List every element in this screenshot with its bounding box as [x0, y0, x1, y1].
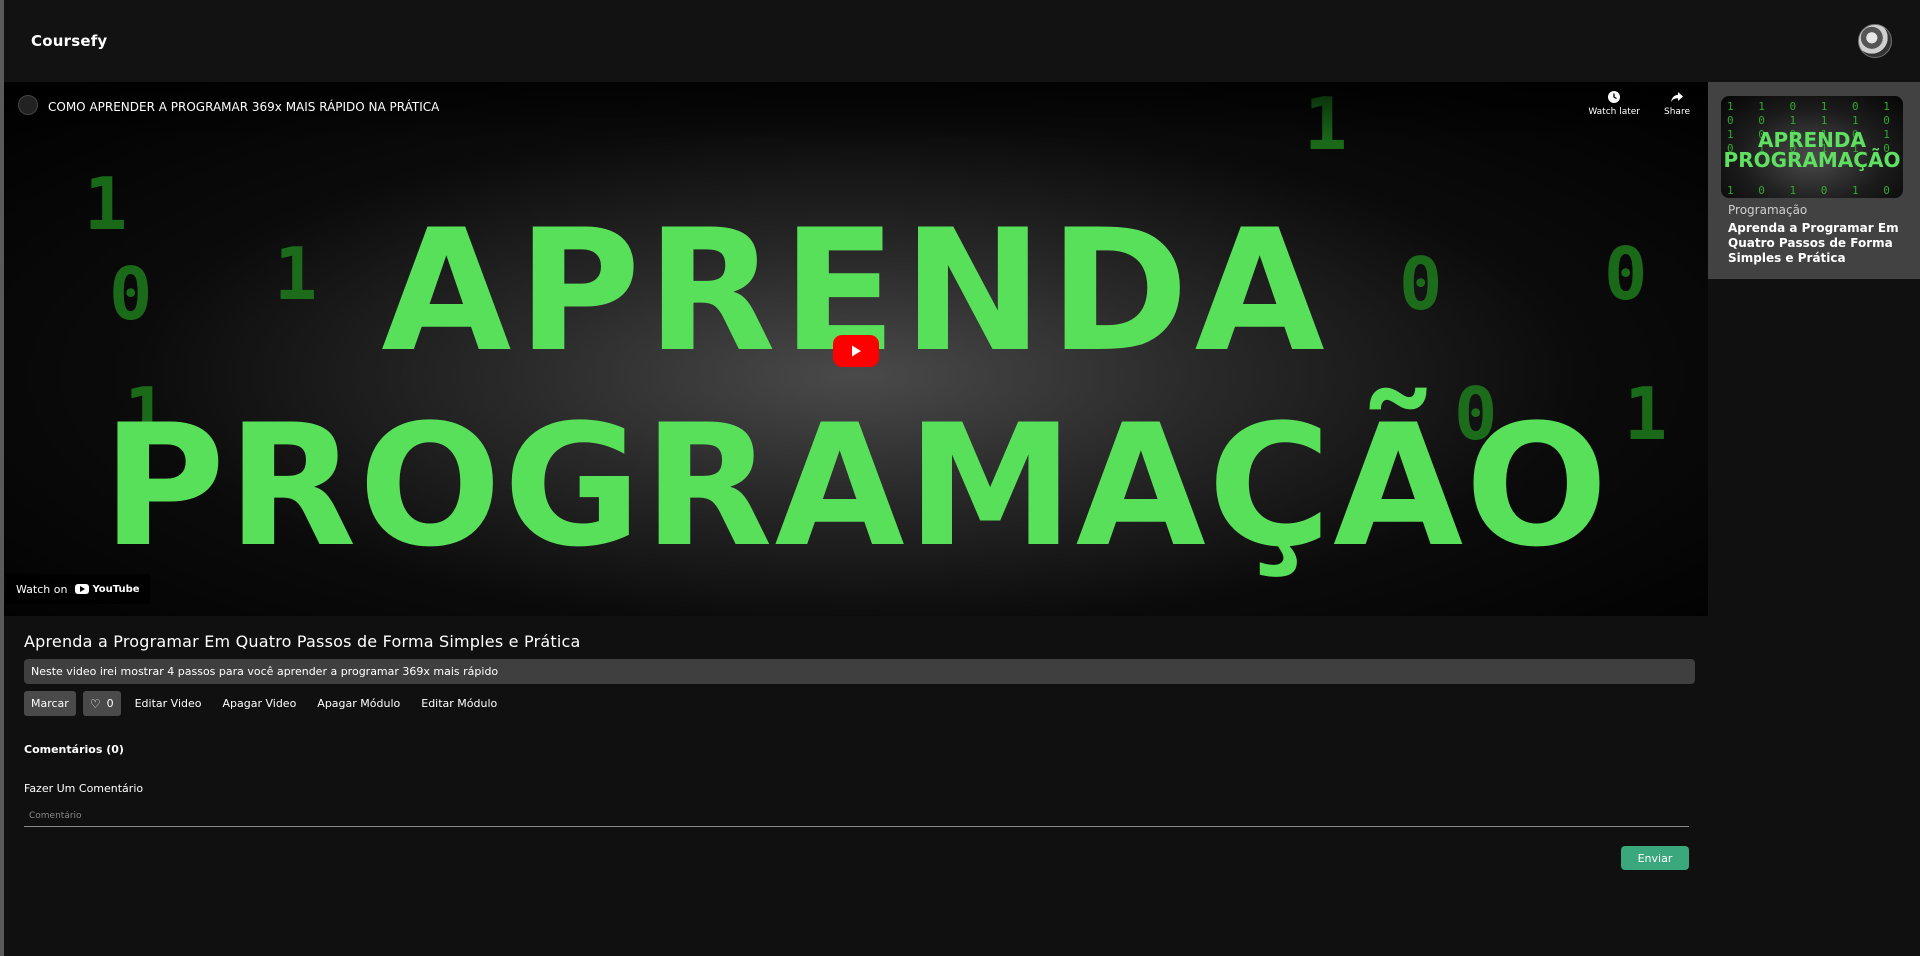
playlist-item-title: Aprenda a Programar Em Quatro Passos de … [1728, 221, 1899, 265]
play-button[interactable] [833, 335, 879, 367]
watch-later-label: Watch later [1588, 107, 1641, 117]
lesson-title: Aprenda a Programar Em Quatro Passos de … [24, 632, 581, 651]
brand-logo[interactable]: Coursefy [31, 32, 107, 50]
comment-input[interactable] [24, 805, 1689, 827]
watch-later-button[interactable]: Watch later [1588, 90, 1640, 117]
video-actions: Watch later Share [1588, 90, 1690, 117]
thumbnail-text-aprenda: APRENDA [1757, 128, 1867, 152]
playlist-sidebar: 1 1 0 1 0 10 0 1 1 1 01 0 0 1 0 10 1 0 1… [1708, 82, 1920, 956]
watch-on-label: Watch on [16, 582, 68, 596]
share-icon [1671, 92, 1683, 102]
playlist-thumbnail[interactable]: 1 1 0 1 0 10 0 1 1 1 01 0 0 1 0 10 1 0 1… [1721, 96, 1903, 198]
lesson-description: Neste video irei mostrar 4 passos para v… [24, 659, 1695, 684]
make-comment-label: Fazer Um Comentário [24, 782, 144, 795]
youtube-icon [75, 584, 90, 594]
video-player[interactable]: 1 0 1 1 1 0 0 1 0 APRENDA PROGRAMAÇÃO CO… [4, 82, 1708, 616]
heart-icon: ♡ [89, 696, 101, 711]
comments-heading: Comentários (0) [24, 743, 124, 756]
channel-avatar[interactable] [18, 95, 38, 115]
send-comment-button[interactable]: Enviar [1621, 846, 1689, 870]
delete-video-button[interactable]: Apagar Video [215, 697, 303, 710]
playlist-item[interactable]: 1 1 0 1 0 10 0 1 1 1 01 0 0 1 0 10 1 0 1… [1708, 82, 1920, 279]
share-button[interactable]: Share [1664, 90, 1690, 117]
clock-icon [1608, 91, 1621, 103]
youtube-logo: YouTube [75, 583, 140, 595]
like-button[interactable]: ♡ 0 [82, 691, 121, 716]
overlay-word-programacao: PROGRAMAÇÃO [102, 388, 1610, 584]
edit-module-button[interactable]: Editar Módulo [414, 697, 504, 710]
youtube-label: YouTube [92, 583, 140, 595]
lesson-actions: Marcar ♡ 0 Editar Video Apagar Video Apa… [24, 691, 1696, 716]
video-title[interactable]: COMO APRENDER A PROGRAMAR 369x MAIS RÁPI… [48, 100, 439, 114]
mark-button[interactable]: Marcar [24, 691, 76, 716]
play-icon [852, 345, 861, 357]
delete-module-button[interactable]: Apagar Módulo [310, 697, 407, 710]
app-header: Coursefy [4, 0, 1920, 82]
edit-video-button[interactable]: Editar Video [128, 697, 209, 710]
watch-on-youtube-button[interactable]: Watch on YouTube [6, 574, 150, 604]
playlist-item-category: Programação [1728, 203, 1808, 217]
lesson-content: Aprenda a Programar Em Quatro Passos de … [24, 616, 1696, 870]
thumbnail-text-programacao: PROGRAMAÇÃO [1723, 148, 1901, 172]
user-avatar[interactable] [1858, 24, 1892, 58]
video-top-bar: COMO APRENDER A PROGRAMAR 369x MAIS RÁPI… [4, 82, 1708, 142]
like-count: 0 [106, 697, 114, 710]
share-label: Share [1664, 107, 1690, 117]
